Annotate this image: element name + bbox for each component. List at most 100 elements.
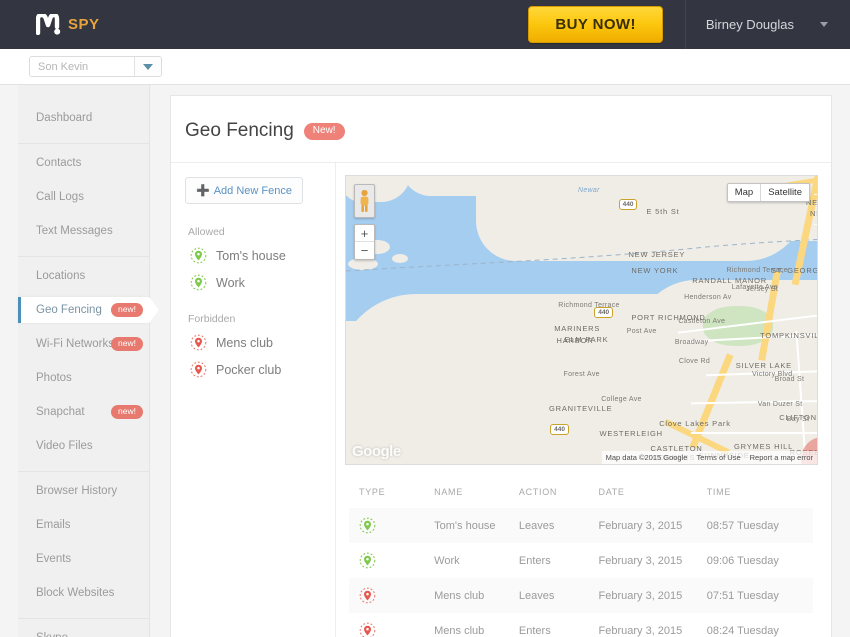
- row-date-cell: February 3, 2015: [598, 624, 683, 637]
- events-table-head: TYPE NAME ACTION DATE TIME: [349, 487, 813, 508]
- geo-fencing-card: Geo Fencing New! ➕ Add New Fence Allowed: [170, 95, 832, 637]
- row-action-cell: Leaves: [518, 519, 555, 532]
- sidebar-item-text-messages[interactable]: Text Messages: [18, 218, 149, 244]
- sidebar-item-label: Contacts: [36, 157, 82, 169]
- device-select-arrow[interactable]: [134, 57, 161, 76]
- sidebar-item-locations[interactable]: Locations: [18, 263, 149, 289]
- device-select-bar: Son Kevin: [0, 49, 850, 85]
- column-header-date: DATE: [598, 487, 625, 497]
- row-type-cell: [349, 508, 434, 543]
- sidebar-item-browser-history[interactable]: Browser History: [18, 478, 149, 504]
- zoom-in-button[interactable]: +: [355, 225, 374, 242]
- row-time-cell: 08:24 Tuesday: [706, 624, 779, 637]
- device-select[interactable]: Son Kevin: [29, 56, 162, 77]
- fence-item-toms-house[interactable]: Tom's house: [185, 247, 335, 264]
- zoom-out-button[interactable]: −: [355, 242, 374, 259]
- map-label: Henderson Av: [684, 294, 732, 301]
- content-row: ➕ Add New Fence Allowed Tom's house Work…: [171, 163, 831, 637]
- google-map[interactable]: + − Map Satellite Google Map data ©2015 …: [345, 175, 818, 465]
- column-header-name: NAME: [434, 487, 463, 497]
- sidebar-item-call-logs[interactable]: Call Logs: [18, 184, 149, 210]
- row-action-cell: Enters: [518, 554, 551, 567]
- map-label: MARINERS: [554, 324, 601, 333]
- row-time-cell: 09:06 Tuesday: [706, 554, 779, 567]
- sidebar-item-snapchat[interactable]: Snapchat new!: [18, 399, 149, 425]
- nav-group-5: Skype WhatsApp Viber Facebook Tracking: [18, 618, 149, 637]
- map-label: Van Duzer St: [757, 401, 803, 408]
- street-view-pegman-icon[interactable]: [354, 184, 375, 218]
- red-pin-icon: [359, 587, 376, 604]
- sidebar-item-block-websites[interactable]: Block Websites: [18, 580, 149, 606]
- sidebar-item-skype[interactable]: Skype: [18, 625, 149, 637]
- row-type-cell: [349, 543, 434, 578]
- new-badge: new!: [111, 337, 143, 351]
- new-badge: new!: [111, 303, 143, 317]
- sidebar-item-video-files[interactable]: Video Files: [18, 433, 149, 459]
- sidebar-item-label: Events: [36, 553, 72, 565]
- row-date-cell: February 3, 2015: [598, 589, 683, 602]
- buy-now-button[interactable]: BUY NOW!: [528, 6, 663, 43]
- column-header-type: TYPE: [359, 487, 386, 497]
- report-map-error-link[interactable]: Report a map error: [750, 453, 813, 462]
- sidebar-item-emails[interactable]: Emails: [18, 512, 149, 538]
- sidebar-item-geo-fencing[interactable]: Geo Fencing new!: [18, 297, 159, 323]
- map-container: + − Map Satellite Google Map data ©2015 …: [336, 163, 831, 465]
- map-label: ELM PARK: [564, 335, 609, 344]
- sidebar-item-label: Dashboard: [36, 112, 93, 124]
- map-type-control[interactable]: Map Satellite: [726, 183, 810, 202]
- terms-of-use-link[interactable]: Terms of Use: [696, 453, 740, 462]
- add-new-fence-button[interactable]: ➕ Add New Fence: [185, 177, 303, 204]
- fence-item-work[interactable]: Work: [185, 274, 335, 291]
- fence-name: Pocker club: [216, 362, 282, 377]
- green-pin-icon: [190, 247, 207, 264]
- map-label: Clove Rd: [678, 358, 711, 365]
- fence-item-mens-club[interactable]: Mens club: [185, 334, 335, 351]
- map-label: Newar: [578, 187, 600, 194]
- row-time-cell: 07:51 Tuesday: [706, 589, 779, 602]
- map-zoom-controls[interactable]: + −: [354, 224, 375, 260]
- sidebar-item-contacts[interactable]: Contacts: [18, 150, 149, 176]
- row-time-cell: 08:57 Tuesday: [706, 519, 779, 532]
- sidebar-item-photos[interactable]: Photos: [18, 365, 149, 391]
- new-badge: New!: [303, 122, 345, 140]
- sidebar-item-wifi-networks[interactable]: Wi-Fi Networks new!: [18, 331, 149, 357]
- map-label: NEW YO: [810, 209, 817, 218]
- column-header-action: ACTION: [518, 487, 558, 497]
- table-row[interactable]: Tom's house Leaves February 3, 2015 08:5…: [349, 508, 813, 543]
- chevron-down-icon: [820, 22, 828, 27]
- green-pin-icon: [359, 517, 376, 534]
- fence-item-pocker-club[interactable]: Pocker club: [185, 361, 335, 378]
- events-table-area: TYPE NAME ACTION DATE TIME Tom's house L…: [336, 465, 831, 637]
- map-label: E 5th St: [646, 207, 680, 216]
- brand-logo[interactable]: SPY: [36, 14, 100, 35]
- sidebar-item-dashboard[interactable]: Dashboard: [18, 105, 149, 131]
- table-row[interactable]: Mens club Enters February 3, 2015 08:24 …: [349, 613, 813, 637]
- map-label: GRANITEVILLE: [549, 404, 613, 413]
- header-right-group: BUY NOW! Birney Douglas: [528, 0, 850, 49]
- events-table: TYPE NAME ACTION DATE TIME Tom's house L…: [349, 487, 813, 637]
- sidebar-item-label: Browser History: [36, 485, 118, 497]
- user-account-menu[interactable]: Birney Douglas: [686, 0, 850, 49]
- map-label: Castleton Ave: [678, 318, 726, 325]
- row-date-cell: February 3, 2015: [598, 519, 683, 532]
- map-label: College Ave: [601, 396, 642, 403]
- route-shield-icon: 440: [550, 424, 570, 435]
- sidebar-item-label: Geo Fencing: [36, 304, 102, 316]
- m-logo-icon: [36, 14, 61, 35]
- sidebar-item-label: Video Files: [36, 440, 93, 452]
- sidebar-item-label: Locations: [36, 270, 86, 282]
- sidebar-item-label: Wi-Fi Networks: [36, 338, 114, 350]
- row-name-cell: Mens club: [434, 589, 485, 602]
- map-type-map-button[interactable]: Map: [727, 184, 761, 201]
- device-select-value: Son Kevin: [30, 57, 134, 76]
- row-type-cell: [349, 578, 434, 613]
- sidebar-item-label: Block Websites: [36, 587, 115, 599]
- chevron-down-icon: [143, 63, 153, 70]
- table-row[interactable]: Mens club Leaves February 3, 2015 07:51 …: [349, 578, 813, 613]
- map-label: Broadway: [674, 339, 709, 346]
- red-pin-icon: [190, 334, 207, 351]
- sidebar-item-events[interactable]: Events: [18, 546, 149, 572]
- map-type-satellite-button[interactable]: Satellite: [760, 184, 809, 201]
- sidebar-item-label: Text Messages: [36, 225, 113, 237]
- table-row[interactable]: Work Enters February 3, 2015 09:06 Tuesd…: [349, 543, 813, 578]
